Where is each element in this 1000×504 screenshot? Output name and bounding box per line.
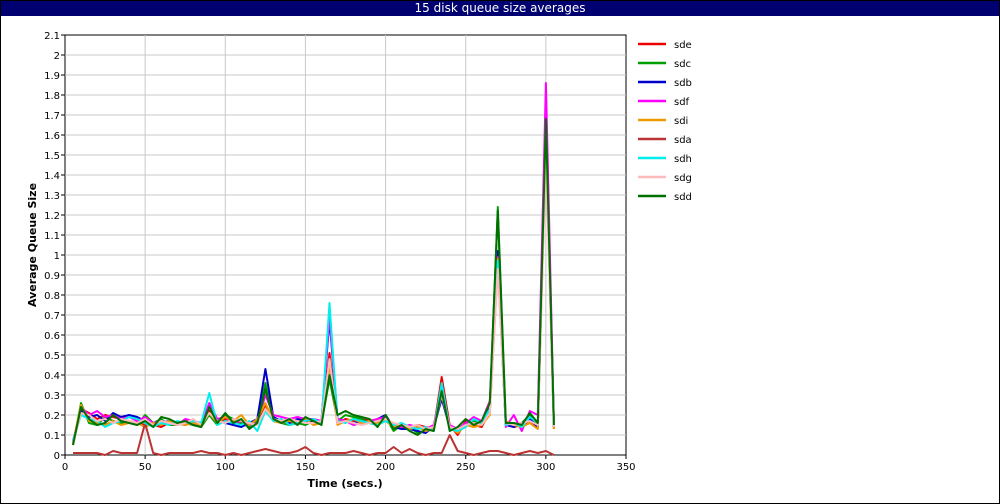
y-tick-label: 0.8 xyxy=(44,291,60,302)
y-tick-label: 0.4 xyxy=(44,371,60,382)
legend-item-sdg: sdg xyxy=(638,173,692,184)
legend-item-sdh: sdh xyxy=(638,154,692,165)
x-tick-label: 250 xyxy=(456,462,475,473)
y-tick-label: 1.7 xyxy=(44,111,60,122)
x-tick-label: 100 xyxy=(216,462,235,473)
y-axis-label: Average Queue Size xyxy=(26,183,39,307)
legend-label: sdf xyxy=(674,97,690,108)
y-tick-label: 0.5 xyxy=(44,351,60,362)
y-tick-label: 0.7 xyxy=(44,311,60,322)
y-tick-label: 0.6 xyxy=(44,331,60,342)
legend-label: sdb xyxy=(674,78,692,89)
legend-label: sdh xyxy=(674,154,692,165)
legend-label: sdc xyxy=(674,59,691,70)
legend-label: sdi xyxy=(674,116,688,127)
y-tick-label: 1.6 xyxy=(44,131,60,142)
legend-item-sdf: sdf xyxy=(638,97,690,108)
y-tick-label: 1.1 xyxy=(44,231,60,242)
y-tick-label: 1.3 xyxy=(44,191,60,202)
y-tick-label: 0.1 xyxy=(44,431,60,442)
legend-item-sde: sde xyxy=(638,40,692,51)
x-axis-label: Time (secs.) xyxy=(307,477,382,490)
legend: sde sdc sdb sdf sdi sda sdh sdg sdd xyxy=(638,40,692,203)
y-tick-label: 1.8 xyxy=(44,91,60,102)
x-tick-label: 300 xyxy=(536,462,555,473)
x-tick-label: 350 xyxy=(616,462,635,473)
y-axis-ticks: 0 0.1 0.2 0.3 0.4 0.5 0.6 0.7 0.8 0.9 1 1.1 1.2 1.3 1.… xyxy=(44,31,65,462)
x-tick-label: 150 xyxy=(296,462,315,473)
line-chart: 0 50 100 150 200 250 300 350 0 0.1 0.2 0.3 0.4 0.5 0.… xyxy=(26,31,692,490)
legend-item-sdc: sdc xyxy=(638,59,691,70)
legend-item-sdb: sdb xyxy=(638,78,692,89)
y-tick-label: 1.2 xyxy=(44,211,60,222)
x-tick-label: 0 xyxy=(62,462,68,473)
legend-item-sda: sda xyxy=(638,135,692,146)
y-tick-label: 1.9 xyxy=(44,71,60,82)
x-tick-label: 200 xyxy=(376,462,395,473)
y-tick-label: 1 xyxy=(54,251,60,262)
legend-label: sda xyxy=(674,135,692,146)
y-tick-label: 2 xyxy=(54,51,60,62)
y-tick-label: 0.2 xyxy=(44,411,60,422)
legend-item-sdi: sdi xyxy=(638,116,688,127)
y-tick-label: 2.1 xyxy=(44,31,60,42)
x-tick-label: 50 xyxy=(139,462,152,473)
legend-label: sde xyxy=(674,40,692,51)
legend-label: sdd xyxy=(674,192,692,203)
legend-label: sdg xyxy=(674,173,692,184)
legend-item-sdd: sdd xyxy=(638,192,692,203)
y-tick-label: 1.5 xyxy=(44,151,60,162)
x-axis-ticks: 0 50 100 150 200 250 300 350 xyxy=(62,455,636,473)
y-tick-label: 0 xyxy=(54,451,60,462)
y-tick-label: 1.4 xyxy=(44,171,60,182)
y-tick-label: 0.3 xyxy=(44,391,60,402)
y-tick-label: 0.9 xyxy=(44,271,60,282)
